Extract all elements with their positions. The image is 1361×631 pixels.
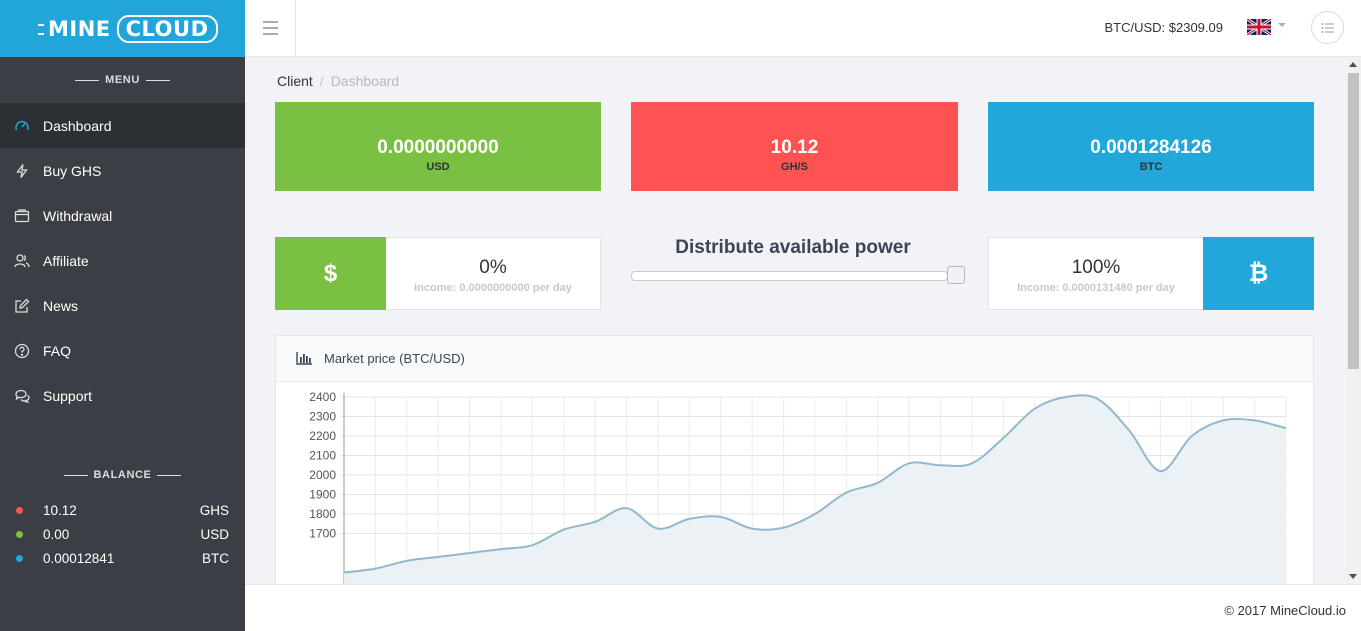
main-scrollbar[interactable] <box>1346 57 1361 584</box>
sidebar-item-label: Withdrawal <box>43 207 113 224</box>
menu-section-title: MENU <box>0 73 245 87</box>
sidebar-item-faq[interactable]: FAQ <box>0 328 245 373</box>
sidebar-item-label: Support <box>43 387 93 404</box>
chevron-down-icon[interactable] <box>1278 23 1286 27</box>
footer-copyright: © 2017 MineCloud.io <box>1224 603 1346 618</box>
sidebar-item-buy-ghs[interactable]: Buy GHS <box>0 148 245 193</box>
chart-panel-header: Market price (BTC/USD) <box>276 336 1313 382</box>
wallet-icon <box>14 208 30 224</box>
y-tick-label: 1900 <box>309 488 336 502</box>
btc-power-percent: 100% <box>1071 257 1121 278</box>
uk-flag-icon[interactable] <box>1247 19 1271 35</box>
status-dot <box>16 554 23 562</box>
footer: © 2017 MineCloud.io <box>245 584 1361 631</box>
stat-unit: USD <box>426 161 450 173</box>
logo[interactable]: MINE CLOUD <box>38 14 218 43</box>
y-tick-label: 2400 <box>309 390 336 404</box>
status-dot <box>16 530 23 538</box>
balance-row-usd: 0.00 USD <box>0 522 245 546</box>
stat-card-usd: 0.0000000000 USD <box>275 102 601 191</box>
sidebar-item-dashboard[interactable]: Dashboard <box>0 103 245 148</box>
sidebar-item-affiliate[interactable]: Affiliate <box>0 238 245 283</box>
btc-income: Income: 0.0000131480 per day <box>1017 282 1175 294</box>
stat-value: 10.12 <box>770 137 819 158</box>
y-tick-label: 2000 <box>309 468 336 482</box>
stat-unit: BTC <box>1139 161 1163 173</box>
list-menu-button[interactable] <box>1311 11 1344 44</box>
logo-text-mine: MINE <box>38 17 115 41</box>
balance-value: 10.12 <box>43 502 77 518</box>
breadcrumb-root[interactable]: Client <box>277 73 313 89</box>
chart-title: Market price (BTC/USD) <box>324 351 465 366</box>
stat-value: 0.0000000000 <box>377 137 499 158</box>
usd-power-percent: 0% <box>479 257 507 278</box>
usd-power-box: $ 0% Income: 0.0000000000 per day <box>275 237 601 310</box>
balance-unit: USD <box>200 526 229 542</box>
sidebar-item-label: Buy GHS <box>43 162 102 179</box>
power-slider-handle[interactable] <box>947 266 965 284</box>
balance-unit: BTC <box>202 550 229 566</box>
market-price-panel: Market price (BTC/USD) 1700 1800 1900 2000 2… <box>275 335 1314 584</box>
sidebar-item-withdrawal[interactable]: Withdrawal <box>0 193 245 238</box>
bitcoin-icon: ₿ <box>1203 237 1314 310</box>
users-icon <box>14 253 30 269</box>
stat-card-ghs: 10.12 GH/S <box>631 102 958 191</box>
bolt-icon <box>14 163 30 179</box>
distribute-title: Distribute available power <box>675 237 911 258</box>
balance-section-title: BALANCE <box>0 468 245 482</box>
sidebar-item-news[interactable]: News <box>0 283 245 328</box>
logo-bar: MINE CLOUD <box>0 0 245 57</box>
list-icon <box>1320 22 1334 33</box>
main-content: Client / Dashboard 0.0000000000 USD 10.12 … <box>245 57 1346 584</box>
bar-chart-icon <box>296 352 312 365</box>
dashboard-icon <box>14 118 30 134</box>
breadcrumb: Client / Dashboard <box>277 73 400 89</box>
y-tick-label: 2100 <box>309 449 336 463</box>
scroll-down-arrow[interactable] <box>1349 574 1357 579</box>
distribute-power: Distribute available power <box>631 237 965 284</box>
y-tick-label: 2300 <box>309 410 336 424</box>
btc-power-box: 100% Income: 0.0000131480 per day ₿ <box>988 237 1314 310</box>
sidebar-item-label: FAQ <box>43 342 72 359</box>
balance-unit: GHS <box>199 502 229 518</box>
sidebar-item-label: Dashboard <box>43 117 112 134</box>
sidebar-nav: Dashboard Buy GHS Withdrawal Affiliate N… <box>0 103 245 418</box>
hamburger-menu-icon[interactable] <box>245 0 296 56</box>
chat-icon <box>14 388 30 404</box>
sidebar-item-label: Affiliate <box>43 252 89 269</box>
stat-unit: GH/S <box>781 161 808 173</box>
logo-text-cloud: CLOUD <box>116 14 218 43</box>
breadcrumb-current: Dashboard <box>330 73 400 89</box>
market-price-chart: 1700 1800 1900 2000 2100 2200 2300 2400 <box>309 390 1287 584</box>
sidebar-item-support[interactable]: Support <box>0 373 245 418</box>
stat-card-btc: 0.0001284126 BTC <box>988 102 1314 191</box>
sidebar: MINE CLOUD MENU Dashboard Buy GHS Withdr… <box>0 0 245 631</box>
balance-value: 0.00012841 <box>43 550 115 566</box>
usd-income: Income: 0.0000000000 per day <box>414 282 572 294</box>
y-tick-label: 2200 <box>309 429 336 443</box>
question-icon <box>14 343 30 359</box>
y-tick-label: 1700 <box>309 527 336 541</box>
balance-row-btc: 0.00012841 BTC <box>0 546 245 570</box>
status-dot <box>16 506 23 514</box>
scroll-up-arrow[interactable] <box>1349 62 1357 67</box>
edit-icon <box>14 298 30 314</box>
y-tick-label: 1800 <box>309 507 336 521</box>
balance-row-ghs: 10.12 GHS <box>0 498 245 522</box>
balance-value: 0.00 <box>43 526 70 542</box>
btc-usd-ticker: BTC/USD: $2309.09 <box>1104 20 1223 35</box>
sidebar-item-label: News <box>43 297 79 314</box>
scrollbar-thumb[interactable] <box>1348 73 1359 369</box>
topbar: BTC/USD: $2309.09 <box>245 0 1361 57</box>
power-slider-track[interactable] <box>631 271 948 281</box>
stat-value: 0.0001284126 <box>1090 137 1212 158</box>
dollar-icon: $ <box>275 237 386 310</box>
balance-list: 10.12 GHS 0.00 USD 0.00012841 BTC <box>0 498 245 570</box>
